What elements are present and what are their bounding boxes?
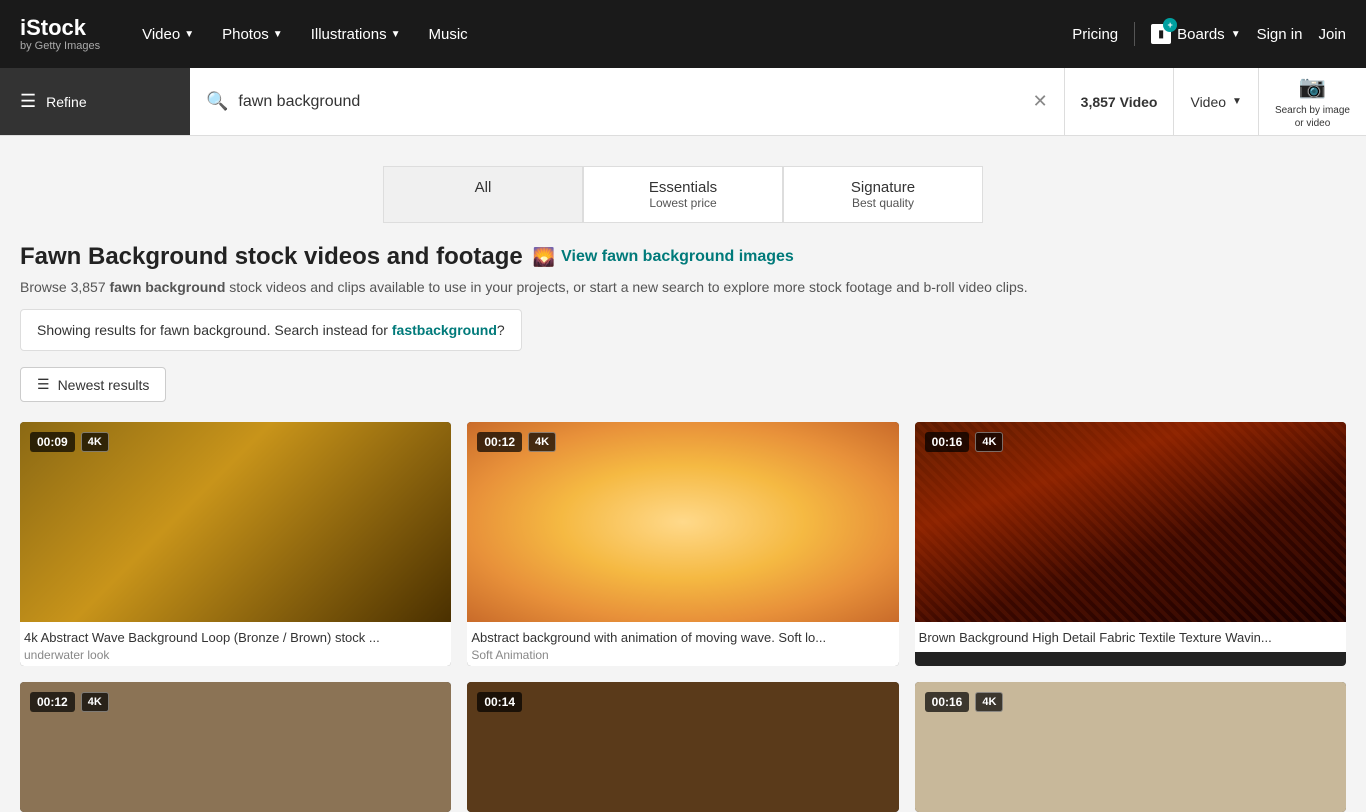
video-info: Abstract background with animation of mo…: [467, 622, 898, 666]
nav-item-illustrations[interactable]: Illustrations ▼: [299, 18, 413, 51]
refine-button[interactable]: ☰ Refine: [0, 68, 190, 135]
chevron-down-icon: ▼: [273, 29, 283, 40]
main-content: All Essentials Lowest price Signature Be…: [0, 136, 1366, 812]
header-left: iStock by Getty Images Video ▼ Photos ▼ …: [20, 16, 480, 52]
video-card[interactable]: 00:09 4K 4k Abstract Wave Background Loop …: [20, 422, 451, 666]
video-badge: 00:164K: [925, 432, 1004, 452]
results-count: 3,857 Video: [1065, 94, 1174, 110]
video-thumbnail: 00:164K: [915, 682, 1346, 812]
search-icon: 🔍: [206, 91, 228, 112]
video-filter-button[interactable]: Video ▼: [1173, 68, 1257, 135]
nav-item-music[interactable]: Music: [416, 18, 479, 51]
search-input-wrap: 🔍 ✕: [190, 91, 1064, 112]
video-info: Brown Background High Detail Fabric Text…: [915, 622, 1346, 652]
thumbnail-image: [20, 422, 451, 622]
video-title: 4k Abstract Wave Background Loop (Bronze…: [24, 630, 447, 645]
duration-badge: 00:16: [925, 432, 970, 452]
logo-main: iStock: [20, 15, 86, 40]
video-badge: 00:164K: [925, 692, 1004, 712]
quality-badge: 4K: [81, 432, 109, 452]
boards-icon: ▮ +: [1151, 24, 1171, 44]
tab-essentials[interactable]: Essentials Lowest price: [583, 166, 783, 223]
chevron-down-icon: ▼: [1231, 29, 1241, 40]
chevron-down-icon: ▼: [391, 29, 401, 40]
video-badge: 00:12 4K: [477, 432, 556, 452]
video-grid: 00:09 4K 4k Abstract Wave Background Loop …: [20, 422, 1346, 812]
video-thumbnail: 00:12 4K: [20, 682, 451, 812]
video-info: 4k Abstract Wave Background Loop (Bronze…: [20, 622, 451, 666]
video-title: Brown Background High Detail Fabric Text…: [919, 630, 1342, 645]
tab-signature[interactable]: Signature Best quality: [783, 166, 983, 223]
pricing-link[interactable]: Pricing: [1072, 26, 1118, 43]
video-card[interactable]: 00:14: [467, 682, 898, 812]
video-card[interactable]: 00:12 4K: [20, 682, 451, 812]
header: iStock by Getty Images Video ▼ Photos ▼ …: [0, 0, 1366, 68]
video-thumbnail: 00:14: [467, 682, 898, 812]
tab-all[interactable]: All: [383, 166, 583, 223]
view-images-link[interactable]: 🌄 View fawn background images: [533, 247, 794, 268]
search-bar: ☰ Refine 🔍 ✕ 3,857 Video Video ▼ 📷 Searc…: [0, 68, 1366, 136]
image-search-icon: 📷: [1299, 73, 1326, 102]
chevron-down-icon: ▼: [184, 29, 194, 40]
duration-badge: 00:12: [477, 432, 522, 452]
clear-search-button[interactable]: ✕: [1033, 91, 1048, 112]
logo-sub: by Getty Images: [20, 40, 100, 52]
image-icon: 🌄: [533, 247, 555, 268]
video-badge: 00:14: [477, 692, 522, 712]
quality-badge: 4K: [528, 432, 556, 452]
quality-badge: 4K: [975, 692, 1003, 712]
search-right: 3,857 Video Video ▼ 📷 Search by imageor …: [1064, 68, 1366, 135]
video-title: Abstract background with animation of mo…: [471, 630, 894, 645]
sort-icon: ☰: [37, 376, 50, 393]
logo[interactable]: iStock by Getty Images: [20, 16, 100, 52]
thumbnail-image: [467, 422, 898, 622]
quality-badge: 4K: [81, 692, 109, 712]
chevron-down-icon: ▼: [1232, 96, 1242, 107]
video-thumbnail: 00:164K: [915, 422, 1346, 622]
page-description: Browse 3,857 fawn background stock video…: [20, 279, 1346, 295]
correction-link[interactable]: fastbackground: [392, 322, 497, 338]
video-card[interactable]: 00:12 4K Abstract background with animatio…: [467, 422, 898, 666]
nav-item-video[interactable]: Video ▼: [130, 18, 206, 51]
video-thumbnail: 00:12 4K: [467, 422, 898, 622]
header-right: Pricing ▮ + Boards ▼ Sign in Join: [1072, 22, 1346, 46]
boards-badge: +: [1163, 18, 1177, 32]
correction-bar: Showing results for fawn background. Sea…: [20, 309, 522, 351]
duration-badge: 00:09: [30, 432, 75, 452]
main-nav: Video ▼ Photos ▼ Illustrations ▼ Music: [130, 18, 480, 51]
duration-badge: 00:14: [477, 692, 522, 712]
video-badge: 00:09 4K: [30, 432, 109, 452]
video-card[interactable]: 00:164K: [915, 682, 1346, 812]
title-area: Fawn Background stock videos and footage…: [20, 243, 1346, 295]
page-title: Fawn Background stock videos and footage…: [20, 243, 1346, 271]
thumbnail-image: [467, 682, 898, 812]
sign-in-button[interactable]: Sign in: [1257, 26, 1303, 43]
search-by-image-button[interactable]: 📷 Search by imageor video: [1258, 68, 1366, 135]
quality-badge: 4K: [975, 432, 1003, 452]
duration-badge: 00:12: [30, 692, 75, 712]
sliders-icon: ☰: [20, 91, 36, 112]
video-thumbnail: 00:09 4K: [20, 422, 451, 622]
tabs-container: All Essentials Lowest price Signature Be…: [20, 166, 1346, 223]
video-author: Soft Animation: [471, 648, 894, 662]
video-badge: 00:12 4K: [30, 692, 109, 712]
duration-badge: 00:16: [925, 692, 970, 712]
boards-button[interactable]: ▮ + Boards ▼: [1151, 24, 1240, 44]
divider: [1134, 22, 1135, 46]
join-button[interactable]: Join: [1318, 26, 1346, 43]
video-card[interactable]: 00:164K Brown Background High Detail Fabr…: [915, 422, 1346, 666]
sort-button[interactable]: ☰ Newest results: [20, 367, 166, 402]
search-input[interactable]: [238, 93, 1022, 111]
video-author: underwater look: [24, 648, 447, 662]
thumbnail-image: [915, 422, 1346, 622]
nav-item-photos[interactable]: Photos ▼: [210, 18, 295, 51]
